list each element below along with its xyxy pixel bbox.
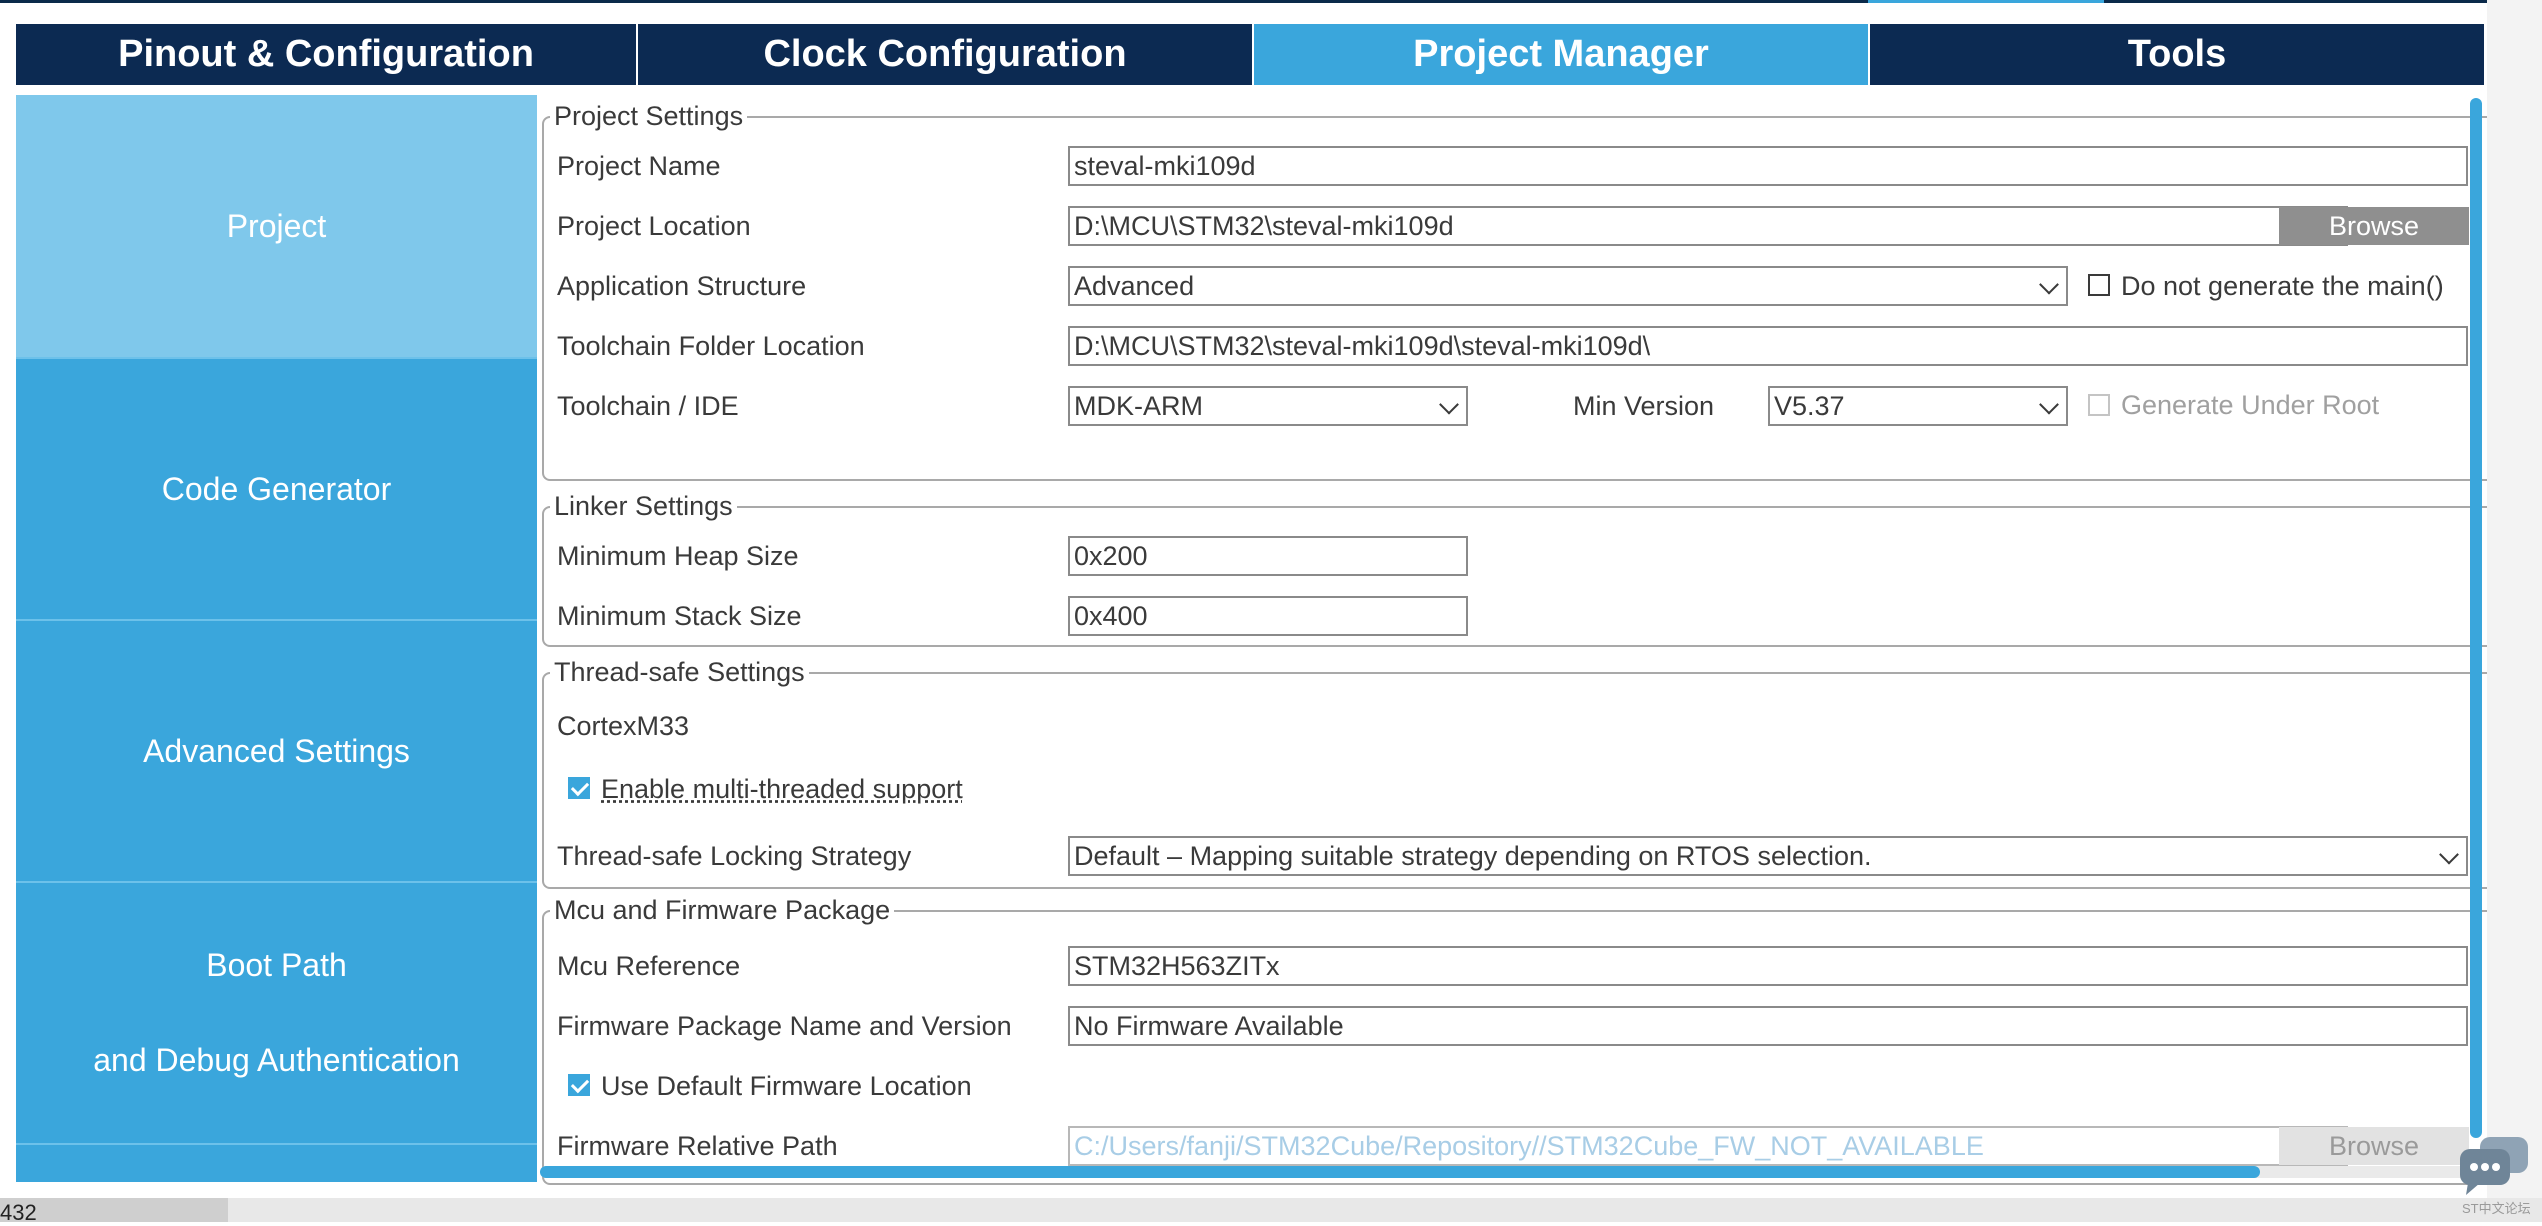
core-label: CortexM33 xyxy=(557,711,690,741)
generate-under-root-label: Generate Under Root xyxy=(2121,390,2380,420)
firmware-package-label: Firmware Package Name and Version xyxy=(557,1011,1012,1041)
tab-tools[interactable]: Tools xyxy=(1870,24,2484,85)
chevron-down-icon xyxy=(2439,844,2459,865)
application-structure-select[interactable]: Advanced xyxy=(1068,266,2068,306)
group-title: Mcu and Firmware Package xyxy=(554,895,891,925)
project-name-label: Project Name xyxy=(557,151,721,181)
chat-bubble-icon[interactable] xyxy=(2458,1135,2530,1197)
project-manager-sidebar: Project Code Generator Advanced Settings… xyxy=(16,95,537,1182)
watermark-logo: ST中文论坛 xyxy=(2462,1201,2531,1216)
window-right-edge xyxy=(2487,0,2542,1198)
bottom-status-strip xyxy=(0,1198,2542,1222)
project-location-input[interactable]: D:\MCU\STM32\steval-mki109d xyxy=(1068,206,2348,246)
tab-project-manager[interactable]: Project Manager xyxy=(1254,24,1870,85)
locking-strategy-label: Thread-safe Locking Strategy xyxy=(557,841,912,871)
toolchain-folder-input[interactable]: D:\MCU\STM32\steval-mki109d\steval-mki10… xyxy=(1068,326,2468,366)
sidebar-item-label: Project xyxy=(226,207,327,244)
browse-project-location-button[interactable]: Browse xyxy=(2279,207,2469,245)
horizontal-scrollbar[interactable] xyxy=(540,1166,2260,1178)
mcu-reference-input[interactable]: STM32H563ZITx xyxy=(1068,946,2468,986)
min-version-select[interactable]: V5.37 xyxy=(1768,386,2068,426)
group-title: Thread-safe Settings xyxy=(554,657,805,687)
tab-clock-configuration[interactable]: Clock Configuration xyxy=(638,24,1254,85)
application-structure-label: Application Structure xyxy=(557,271,807,301)
sidebar-item-boot-path[interactable]: Boot Path and Debug Authentication xyxy=(16,883,537,1145)
mcu-reference-label: Mcu Reference xyxy=(557,951,741,981)
application-structure-value: Advanced xyxy=(1074,270,1195,301)
min-heap-input[interactable]: 0x200 xyxy=(1068,536,1468,576)
chevron-down-icon xyxy=(2039,274,2059,295)
sidebar-item-label: Code Generator xyxy=(161,470,392,507)
firmware-package-input[interactable]: No Firmware Available xyxy=(1068,1006,2468,1046)
min-stack-input[interactable]: 0x400 xyxy=(1068,596,1468,636)
group-title: Project Settings xyxy=(554,101,744,131)
vertical-scrollbar[interactable] xyxy=(2470,98,2482,1138)
main-tab-bar: Pinout & Configuration Clock Configurati… xyxy=(16,24,2484,85)
top-accent-line xyxy=(0,0,2542,3)
chevron-down-icon xyxy=(2039,394,2059,415)
firmware-path-label: Firmware Relative Path xyxy=(557,1131,838,1161)
use-default-location-label: Use Default Firmware Location xyxy=(601,1071,972,1101)
group-title: Linker Settings xyxy=(554,491,733,521)
use-default-location-checkbox[interactable] xyxy=(568,1074,590,1096)
sidebar-item-advanced-settings[interactable]: Advanced Settings xyxy=(16,621,537,883)
chevron-down-icon xyxy=(1439,394,1459,415)
toolchain-ide-select[interactable]: MDK-ARM xyxy=(1068,386,1468,426)
project-settings-panel: Project Settings Project Name steval-mki… xyxy=(537,95,2487,1185)
browse-firmware-path-button[interactable]: Browse xyxy=(2279,1127,2469,1165)
enable-multithread-checkbox[interactable] xyxy=(568,777,590,799)
min-version-value: V5.37 xyxy=(1774,390,1845,421)
do-not-generate-main-checkbox[interactable] xyxy=(2088,274,2110,296)
locking-strategy-value: Default – Mapping suitable strategy depe… xyxy=(1074,840,1872,871)
bottom-partial-text: 432 xyxy=(0,1200,37,1225)
do-not-generate-main-label: Do not generate the main() xyxy=(2121,271,2444,301)
toolchain-ide-value: MDK-ARM xyxy=(1074,390,1203,421)
locking-strategy-select[interactable]: Default – Mapping suitable strategy depe… xyxy=(1068,836,2468,876)
sidebar-item-label: Boot Path xyxy=(206,947,347,983)
toolchain-folder-label: Toolchain Folder Location xyxy=(557,331,865,361)
min-heap-label: Minimum Heap Size xyxy=(557,541,799,571)
min-version-label: Min Version xyxy=(1573,391,1715,421)
sidebar-item-label: Advanced Settings xyxy=(143,732,410,769)
enable-multithread-label: Enable multi-threaded support xyxy=(601,774,963,804)
tab-pinout-configuration[interactable]: Pinout & Configuration xyxy=(16,24,638,85)
project-name-input[interactable]: steval-mki109d xyxy=(1068,146,2468,186)
generate-under-root-checkbox[interactable] xyxy=(2088,394,2110,416)
linker-settings-group: Linker Settings xyxy=(542,491,2487,647)
min-stack-label: Minimum Stack Size xyxy=(557,601,802,631)
toolchain-ide-label: Toolchain / IDE xyxy=(557,391,739,421)
project-location-label: Project Location xyxy=(557,211,751,241)
sidebar-item-label-line2: and Debug Authentication xyxy=(93,1042,460,1078)
top-accent-highlight xyxy=(1868,0,2104,3)
sidebar-item-project[interactable]: Project xyxy=(16,95,537,359)
firmware-path-input[interactable]: C:/Users/fanji/STM32Cube/Repository//STM… xyxy=(1068,1126,2348,1166)
sidebar-item-code-generator[interactable]: Code Generator xyxy=(16,359,537,621)
